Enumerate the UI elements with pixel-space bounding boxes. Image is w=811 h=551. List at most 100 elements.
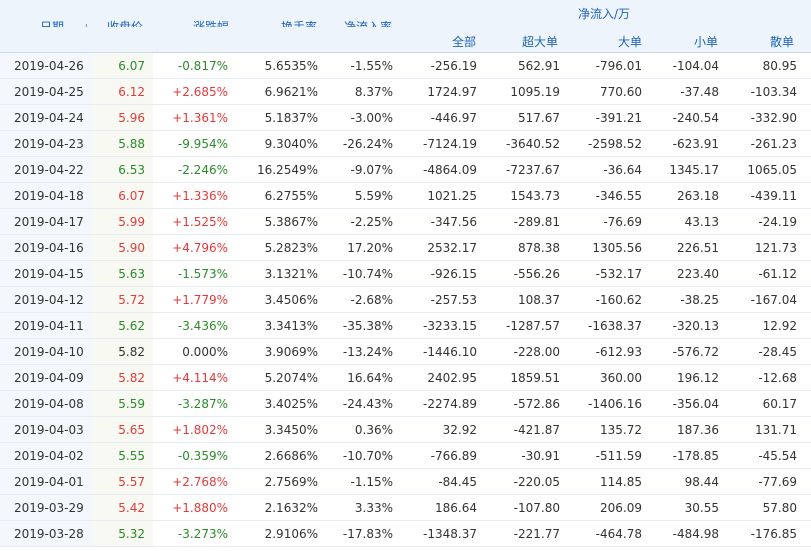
cell-close: 5.32: [118, 527, 145, 541]
cell-all: -256.19: [430, 59, 477, 73]
cell-net-ratio: -10.74%: [342, 267, 393, 281]
cell-turnover: 2.7569%: [264, 475, 318, 489]
table-row[interactable]: 2019-03-29 5.42 +1.880% 2.1632% 3.33% 186.64 -…: [0, 495, 811, 521]
cell-close: 5.65: [118, 423, 145, 437]
table-row[interactable]: 2019-04-10 5.82 0.000% 3.9069% -13.24% -1446.…: [0, 339, 811, 365]
cell-date: 2019-04-18: [14, 189, 84, 203]
cell-date: 2019-04-03: [14, 423, 84, 437]
table-header-row-1: 日期 🠗 收盘价 涨跌幅 换手率 净流入率 净流入/万: [0, 0, 811, 35]
cell-small: -576.72: [672, 345, 719, 359]
header-super-large[interactable]: 超大单: [522, 33, 558, 50]
table-row[interactable]: 2019-04-11 5.62 -3.436% 3.3413% -35.38% -3233…: [0, 313, 811, 339]
cell-retail: -61.12: [758, 267, 797, 281]
cell-super-large: 1543.73: [510, 189, 560, 203]
table-row[interactable]: 2019-04-12 5.72 +1.779% 3.4506% -2.68% -257.5…: [0, 287, 811, 313]
cell-small: -320.13: [672, 319, 719, 333]
table-row[interactable]: 2019-04-15 5.63 -1.573% 3.1321% -10.74% -926.…: [0, 261, 811, 287]
header-small[interactable]: 小单: [694, 33, 718, 50]
cell-net-ratio: 5.59%: [354, 189, 393, 203]
cell-super-large: -221.77: [513, 527, 560, 541]
cell-change: +2.685%: [172, 85, 228, 99]
table-row[interactable]: 2019-04-01 5.57 +2.768% 2.7569% -1.15% -84.45…: [0, 469, 811, 495]
cell-net-ratio: -35.38%: [342, 319, 393, 333]
table-row[interactable]: 2019-04-22 6.53 -2.246% 16.2549% -9.07% -4864…: [0, 157, 811, 183]
cell-retail: -103.34: [750, 85, 797, 99]
table-row[interactable]: 2019-04-25 6.12 +2.685% 6.9621% 8.37% 1724.97…: [0, 79, 811, 105]
cell-net-ratio: 17.20%: [347, 241, 393, 255]
cell-large: -346.55: [595, 189, 642, 203]
table-row[interactable]: 2019-04-09 5.82 +4.114% 5.2074% 16.64% 2402.9…: [0, 365, 811, 391]
header-net-flow-group: 净流入/万: [578, 7, 631, 21]
cell-all: 186.64: [435, 501, 477, 515]
cell-all: 1021.25: [427, 189, 477, 203]
cell-net-ratio: 8.37%: [354, 85, 393, 99]
cell-small: 1345.17: [669, 163, 719, 177]
cell-date: 2019-04-23: [14, 137, 84, 151]
cell-large: -532.17: [595, 267, 642, 281]
table-row[interactable]: 2019-03-28 5.32 -3.273% 2.9106% -17.83% -1348…: [0, 521, 811, 547]
cell-retail: -77.69: [758, 475, 797, 489]
cell-net-ratio: -10.70%: [342, 449, 393, 463]
cell-super-large: -228.00: [513, 345, 560, 359]
cell-retail: 131.71: [755, 423, 797, 437]
header-all[interactable]: 全部: [452, 33, 476, 50]
table-row[interactable]: 2019-04-17 5.99 +1.525% 5.3867% -2.25% -347.5…: [0, 209, 811, 235]
cell-large: -1638.37: [588, 319, 642, 333]
cell-change: -0.359%: [177, 449, 228, 463]
cell-large: -76.69: [603, 215, 642, 229]
cell-date: 2019-04-12: [14, 293, 84, 307]
cell-close: 5.63: [118, 267, 145, 281]
cell-all: 1724.97: [427, 85, 477, 99]
cell-large: 770.60: [600, 85, 642, 99]
cell-net-ratio: -17.83%: [342, 527, 393, 541]
cell-large: 206.09: [600, 501, 642, 515]
cell-turnover: 3.9069%: [264, 345, 318, 359]
cell-large: 135.72: [600, 423, 642, 437]
cell-small: -38.25: [680, 293, 719, 307]
header-large[interactable]: 大单: [618, 33, 642, 50]
cell-net-ratio: -24.43%: [342, 397, 393, 411]
cell-close: 5.72: [118, 293, 145, 307]
cell-super-large: -30.91: [521, 449, 560, 463]
table-row[interactable]: 2019-04-23 5.88 -9.954% 9.3040% -26.24% -7124…: [0, 131, 811, 157]
cell-change: -0.817%: [177, 59, 228, 73]
table-row[interactable]: 2019-04-24 5.96 +1.361% 5.1837% -3.00% -446.9…: [0, 105, 811, 131]
cell-all: -1446.10: [423, 345, 477, 359]
cell-change: +4.796%: [172, 241, 228, 255]
cell-retail: -12.68: [758, 371, 797, 385]
cell-date: 2019-04-01: [14, 475, 84, 489]
fund-flow-table: 日期 🠗 收盘价 涨跌幅 换手率 净流入率 净流入/万 全部 超大单 大单 小单…: [0, 0, 811, 551]
cell-date: 2019-04-26: [14, 59, 84, 73]
table-row[interactable]: 2019-04-26 6.07 -0.817% 5.6535% -1.55% -256.1…: [0, 53, 811, 79]
table-row[interactable]: 2019-04-03 5.65 +1.802% 3.3450% 0.36% 32.92 -4…: [0, 417, 811, 443]
cell-small: -178.85: [672, 449, 719, 463]
header-retail[interactable]: 散单: [770, 33, 794, 50]
table-row[interactable]: 2019-04-08 5.59 -3.287% 3.4025% -24.43% -2274…: [0, 391, 811, 417]
cell-small: 98.44: [684, 475, 719, 489]
cell-super-large: 878.38: [518, 241, 560, 255]
cell-super-large: 1095.19: [510, 85, 560, 99]
cell-net-ratio: -13.24%: [342, 345, 393, 359]
cell-turnover: 5.3867%: [264, 215, 318, 229]
cell-retail: -439.11: [750, 189, 797, 203]
table-header-row-2: 全部 超大单 大单 小单 散单: [0, 27, 811, 53]
cell-change: +1.802%: [172, 423, 228, 437]
cell-close: 5.55: [118, 449, 145, 463]
table-body: 2019-04-26 6.07 -0.817% 5.6535% -1.55% -256.1…: [0, 53, 811, 547]
table-row[interactable]: 2019-04-18 6.07 +1.336% 6.2755% 5.59% 1021.25…: [0, 183, 811, 209]
cell-turnover: 9.3040%: [264, 137, 318, 151]
cell-retail: 60.17: [762, 397, 797, 411]
cell-retail: 121.73: [755, 241, 797, 255]
cell-super-large: 108.37: [518, 293, 560, 307]
cell-small: -104.04: [672, 59, 719, 73]
table-row[interactable]: 2019-04-02 5.55 -0.359% 2.6686% -10.70% -766.…: [0, 443, 811, 469]
cell-date: 2019-04-24: [14, 111, 84, 125]
cell-retail: -332.90: [750, 111, 797, 125]
cell-retail: -167.04: [750, 293, 797, 307]
cell-turnover: 16.2549%: [256, 163, 318, 177]
cell-small: 223.40: [677, 267, 719, 281]
cell-net-ratio: -1.55%: [350, 59, 393, 73]
table-row[interactable]: 2019-04-16 5.90 +4.796% 5.2823% 17.20% 2532.1…: [0, 235, 811, 261]
cell-large: -612.93: [595, 345, 642, 359]
cell-close: 5.82: [118, 371, 145, 385]
